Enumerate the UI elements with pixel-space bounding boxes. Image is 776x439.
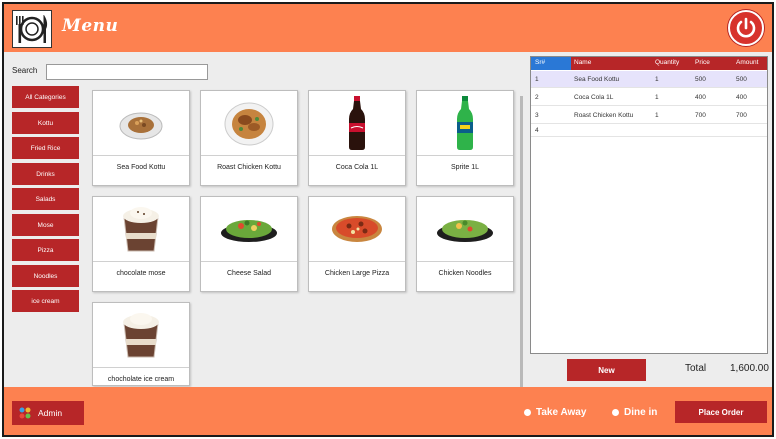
- category-mose-button[interactable]: Mose: [12, 214, 79, 236]
- card-divider: [201, 155, 297, 156]
- category-noodles-button[interactable]: Noodles: [12, 265, 79, 287]
- product-name: Chicken Large Pizza: [324, 270, 390, 277]
- plate-fork-knife-icon: [12, 10, 52, 48]
- card-divider: [309, 261, 405, 262]
- icecream-cup-icon: [93, 303, 189, 367]
- category-fried-rice-button[interactable]: Fried Rice: [12, 137, 79, 159]
- column-header-price[interactable]: Price: [695, 59, 710, 66]
- card-divider: [417, 261, 513, 262]
- cell-quantity: 1: [655, 112, 659, 119]
- category-ice-cream-button[interactable]: ice cream: [12, 290, 79, 312]
- product-card-chocolate-mose[interactable]: chocolate mose: [92, 196, 190, 292]
- sprite-bottle-icon: [417, 91, 513, 155]
- cell-price: 700: [695, 112, 706, 119]
- search-label: Search: [12, 66, 38, 75]
- product-card-chicken-large-pizza[interactable]: Chicken Large Pizza: [308, 196, 406, 292]
- kottu-plate-icon: [93, 91, 189, 155]
- cell-sr: 2: [535, 94, 539, 101]
- table-row[interactable]: 2 Coca Cola 1L 1 400 400: [531, 89, 767, 106]
- card-divider: [417, 155, 513, 156]
- new-order-button[interactable]: New: [567, 359, 646, 381]
- products-scrollbar[interactable]: [520, 96, 523, 388]
- cell-name: Roast Chicken Kottu: [574, 112, 634, 119]
- page-title: Menu: [62, 16, 119, 36]
- card-divider: [201, 261, 297, 262]
- column-header-name[interactable]: Name: [574, 59, 591, 66]
- power-icon: [736, 17, 756, 38]
- cell-amount: 500: [736, 76, 747, 83]
- product-card-sprite[interactable]: Sprite 1L: [416, 90, 514, 186]
- total-label: Total: [685, 363, 707, 374]
- cell-sr: 4: [535, 127, 539, 134]
- category-kottu-button[interactable]: Kottu: [12, 112, 79, 134]
- order-grid-header: Sr# Name Quantity Price Amount: [531, 57, 767, 70]
- product-name: Chicken Noodles: [438, 270, 492, 277]
- cell-amount: 700: [736, 112, 747, 119]
- product-name: Cheese Salad: [227, 270, 271, 277]
- place-order-button[interactable]: Place Order: [675, 401, 767, 423]
- cell-price: 400: [695, 94, 706, 101]
- pizza-icon: [309, 197, 405, 261]
- search-input[interactable]: [46, 64, 208, 80]
- product-card-cheese-salad[interactable]: Cheese Salad: [200, 196, 298, 292]
- cell-quantity: 1: [655, 94, 659, 101]
- cola-bottle-icon: [309, 91, 405, 155]
- product-name: Sprite 1L: [450, 164, 480, 171]
- product-card-chocholate-ice-cream[interactable]: chocholate ice cream: [92, 302, 190, 386]
- chicken-plate-icon: [201, 91, 297, 155]
- column-header-sr[interactable]: Sr#: [535, 59, 545, 66]
- cell-sr: 1: [535, 76, 539, 83]
- radio-dot: [524, 409, 531, 416]
- card-divider: [93, 155, 189, 156]
- table-row[interactable]: 1 Sea Food Kottu 1 500 500: [531, 71, 767, 88]
- dine-in-label: Dine in: [624, 407, 658, 418]
- column-header-amount[interactable]: Amount: [736, 59, 758, 66]
- salad-bowl-icon: [201, 197, 297, 261]
- category-pizza-button[interactable]: Pizza: [12, 239, 79, 261]
- dine-in-radio[interactable]: Dine in: [612, 407, 657, 418]
- card-divider: [93, 261, 189, 262]
- product-name: chocolate mose: [116, 270, 166, 277]
- product-card-sea-food-kottu[interactable]: Sea Food Kottu: [92, 90, 190, 186]
- mousse-cup-icon: [93, 197, 189, 261]
- footer-bar: Admin Take Away Dine in Place Order: [4, 387, 772, 435]
- table-row-new[interactable]: 4: [531, 125, 767, 137]
- header-bar: Menu: [4, 4, 772, 52]
- product-card-coca-cola[interactable]: Coca Cola 1L: [308, 90, 406, 186]
- product-card-chicken-noodles[interactable]: Chicken Noodles: [416, 196, 514, 292]
- admin-button[interactable]: Admin: [12, 401, 84, 425]
- table-row[interactable]: 3 Roast Chicken Kottu 1 700 700: [531, 107, 767, 124]
- category-all-button[interactable]: All Categories: [12, 86, 79, 108]
- cell-name: Sea Food Kottu: [574, 76, 620, 83]
- card-divider: [93, 367, 189, 368]
- cell-quantity: 1: [655, 76, 659, 83]
- product-name: Sea Food Kottu: [116, 164, 166, 171]
- product-name: Coca Cola 1L: [335, 164, 379, 171]
- cell-amount: 400: [736, 94, 747, 101]
- admin-users-icon: [19, 407, 31, 419]
- cell-price: 500: [695, 76, 706, 83]
- product-name: chocholate ice cream: [107, 376, 175, 383]
- total-value: 1,600.00: [730, 363, 769, 374]
- order-grid: Sr# Name Quantity Price Amount 1 Sea Foo…: [530, 56, 768, 354]
- category-drinks-button[interactable]: Drinks: [12, 163, 79, 185]
- admin-label: Admin: [38, 408, 63, 418]
- category-salads-button[interactable]: Salads: [12, 188, 79, 210]
- app-window: Menu Search All Categories Kottu Fried R…: [2, 2, 774, 437]
- cell-sr: 3: [535, 112, 539, 119]
- take-away-radio[interactable]: Take Away: [524, 407, 586, 418]
- power-button[interactable]: [728, 10, 764, 46]
- radio-dot: [612, 409, 619, 416]
- noodles-bowl-icon: [417, 197, 513, 261]
- take-away-label: Take Away: [536, 407, 587, 418]
- card-divider: [309, 155, 405, 156]
- column-header-quantity[interactable]: Quantity: [655, 59, 679, 66]
- cell-name: Coca Cola 1L: [574, 94, 614, 101]
- product-card-roast-chicken-kottu[interactable]: Roast Chicken Kottu: [200, 90, 298, 186]
- product-name: Roast Chicken Kottu: [217, 164, 281, 171]
